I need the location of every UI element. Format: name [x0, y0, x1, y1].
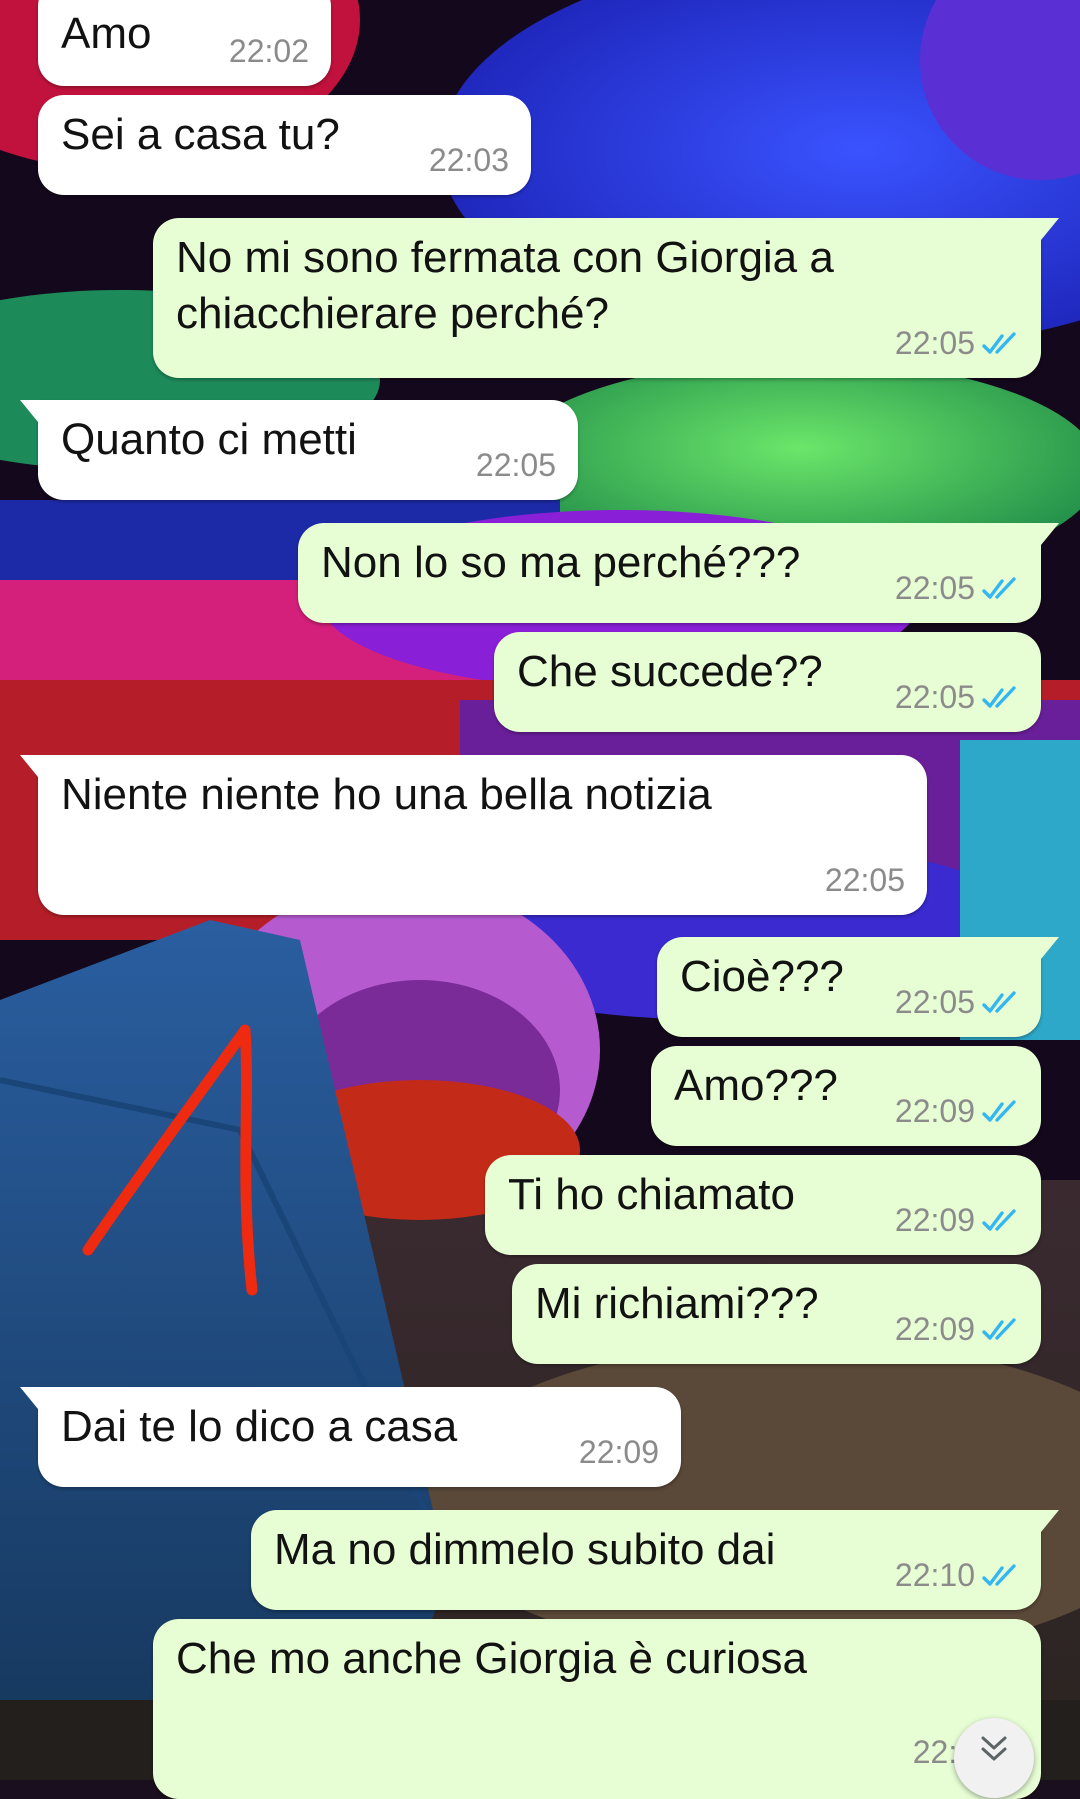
message-text: Cioè??? — [680, 952, 844, 1001]
message-text-line: No mi sono fermata con Giorgia a — [176, 233, 834, 282]
message-meta: 22:05 — [825, 862, 905, 899]
message-meta: 22:09 — [579, 1434, 659, 1471]
message-text: Sei a casa tu? — [61, 110, 340, 159]
message-text: Amo??? — [674, 1061, 838, 1110]
scroll-to-bottom-button[interactable] — [954, 1718, 1034, 1798]
double-check-icon — [982, 576, 1016, 599]
double-check-icon — [982, 1563, 1016, 1586]
message-outgoing[interactable]: Cioè??? 22:05 — [657, 937, 1059, 1037]
message-text: Dai te lo dico a casa — [61, 1402, 458, 1451]
double-check-icon — [982, 1099, 1016, 1122]
message-outgoing[interactable]: Amo??? 22:09 — [651, 1046, 1041, 1146]
message-text: Amo — [61, 9, 152, 58]
message-meta: 22:05 — [476, 447, 556, 484]
message-time: 22:09 — [894, 1093, 975, 1129]
message-time: 22:05 — [894, 325, 975, 361]
message-meta: 22:03 — [429, 142, 509, 179]
message-time: 22:05 — [894, 679, 975, 715]
message-text: Che mo anche Giorgia è curiosa — [176, 1634, 807, 1683]
message-meta: 22:09 — [895, 1202, 1019, 1239]
message-time: 22:09 — [578, 1434, 659, 1470]
message-time: 22:05 — [894, 984, 975, 1020]
message-outgoing[interactable]: Mi richiami??? 22:09 — [512, 1264, 1041, 1364]
message-time: 22:05 — [824, 862, 905, 898]
message-time: 22:03 — [428, 142, 509, 178]
message-outgoing[interactable]: Che mo anche Giorgia è curiosa 22:1 — [153, 1619, 1041, 1799]
message-text: Quanto ci metti — [61, 415, 357, 464]
message-meta: 22:05 — [895, 325, 1019, 362]
message-time: 22:05 — [475, 447, 556, 483]
message-text: Mi richiami??? — [535, 1279, 819, 1328]
message-text: No mi sono fermata con Giorgia a chiacch… — [176, 230, 834, 342]
message-meta: 22:09 — [895, 1311, 1019, 1348]
message-meta: 22:05 — [895, 679, 1019, 716]
message-time: 22:09 — [894, 1311, 975, 1347]
message-text-line: chiacchierare perché? — [176, 289, 609, 338]
message-outgoing[interactable]: Ma no dimmelo subito dai 22:10 — [251, 1510, 1059, 1610]
double-check-icon — [982, 1317, 1016, 1340]
message-meta: 22:05 — [895, 984, 1019, 1021]
message-text: Non lo so ma perché??? — [321, 538, 801, 587]
double-check-icon — [982, 1208, 1016, 1231]
message-time: 22:10 — [894, 1557, 975, 1593]
message-text: Niente niente ho una bella notizia — [61, 770, 712, 819]
message-incoming[interactable]: Amo 22:02 — [38, 0, 331, 86]
message-incoming[interactable]: Quanto ci metti 22:05 — [20, 400, 578, 500]
message-outgoing[interactable]: Che succede?? 22:05 — [494, 632, 1041, 732]
message-incoming[interactable]: Dai te lo dico a casa 22:09 — [20, 1387, 681, 1487]
chat-conversation[interactable]: Amo 22:02 Sei a casa tu? 22:03 No mi son… — [0, 0, 1080, 1799]
message-time: 22:09 — [894, 1202, 975, 1238]
message-incoming[interactable]: Sei a casa tu? 22:03 — [38, 95, 531, 195]
message-meta: 22:02 — [229, 33, 309, 70]
message-meta: 22:05 — [895, 570, 1019, 607]
double-check-icon — [982, 331, 1016, 354]
message-meta: 22:09 — [895, 1093, 1019, 1130]
message-incoming[interactable]: Niente niente ho una bella notizia 22:05 — [20, 755, 927, 915]
double-chevron-down-icon — [981, 1736, 1007, 1761]
message-text: Ti ho chiamato — [508, 1170, 795, 1219]
message-meta: 22:10 — [895, 1557, 1019, 1594]
message-text: Che succede?? — [517, 647, 823, 696]
double-check-icon — [982, 990, 1016, 1013]
message-outgoing[interactable]: No mi sono fermata con Giorgia a chiacch… — [153, 218, 1059, 378]
double-check-icon — [982, 685, 1016, 708]
message-time: 22:02 — [228, 33, 309, 69]
message-outgoing[interactable]: Ti ho chiamato 22:09 — [485, 1155, 1041, 1255]
message-text: Ma no dimmelo subito dai — [274, 1525, 776, 1574]
message-time: 22:05 — [894, 570, 975, 606]
message-outgoing[interactable]: Non lo so ma perché??? 22:05 — [298, 523, 1059, 623]
